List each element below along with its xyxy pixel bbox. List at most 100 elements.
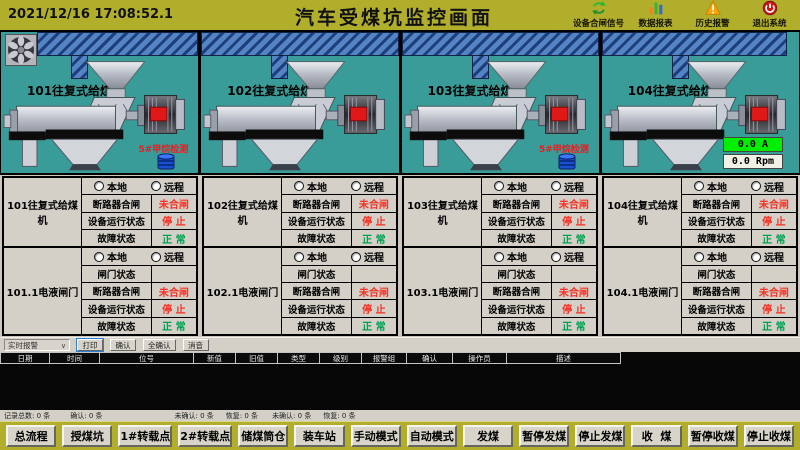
status-value: 停 止 (352, 213, 396, 229)
nav-total-flow[interactable]: 总流程 (6, 425, 56, 447)
local-label: 本地 (307, 179, 327, 194)
remote-radio[interactable]: 远程 (351, 179, 384, 194)
control-mode-row: 本地 远程 (482, 178, 596, 194)
local-radio[interactable]: 本地 (94, 249, 127, 264)
local-radio[interactable]: 本地 (94, 179, 127, 194)
nav-transfer-point-1[interactable]: 1#转载点 (118, 425, 172, 447)
column-header-time: 时间 (50, 352, 100, 364)
device-name: 103.1电液闸门 (404, 248, 482, 334)
status-label: 故障状态 (682, 230, 752, 246)
device-name: 102.1电液闸门 (204, 248, 282, 334)
gate-status-section: 101.1电液闸门 本地 远程 闸门状态 断路器合闸未合闸 设备运行状态停 止 … (4, 246, 196, 334)
status-label: 故障状态 (482, 318, 552, 334)
radio-circle-icon (351, 252, 361, 262)
data-report-button[interactable]: 数据报表 (627, 0, 684, 30)
local-radio[interactable]: 本地 (294, 179, 327, 194)
status-value: 正 常 (152, 230, 196, 246)
remote-label: 远程 (364, 249, 384, 264)
status-value: 正 常 (552, 230, 596, 246)
remote-radio[interactable]: 远程 (751, 249, 784, 264)
remote-radio[interactable]: 远程 (551, 249, 584, 264)
current-readout: 0.0 A (723, 137, 783, 152)
local-radio[interactable]: 本地 (694, 249, 727, 264)
nav-coal-pit[interactable]: 授煤坑 (62, 425, 112, 447)
column-header-type: 类型 (278, 352, 320, 364)
status-value: 停 止 (552, 213, 596, 229)
status-row: 故障状态正 常 (282, 317, 396, 334)
status-label: 设备运行状态 (82, 213, 152, 229)
nav-stop-receive-coal[interactable]: 停止收煤 (744, 425, 794, 447)
nav-transfer-point-2[interactable]: 2#转载点 (178, 425, 232, 447)
local-radio[interactable]: 本地 (294, 249, 327, 264)
status-value: 正 常 (752, 318, 796, 334)
status-value: 未合闸 (352, 283, 396, 299)
acknowledge-button[interactable]: 确认 (110, 339, 136, 351)
device-close-signal-button[interactable]: 设备合闸信号 (570, 0, 627, 30)
radio-circle-icon (94, 181, 104, 191)
alarm-status-bar: 记录总数: 0 条 确认: 0 条 未确认: 0 条 恢复: 0 条 未确认: … (0, 410, 800, 421)
local-radio[interactable]: 本地 (694, 179, 727, 194)
status-value: 未合闸 (552, 195, 596, 211)
remote-radio[interactable]: 远程 (751, 179, 784, 194)
status-label: 闸门状态 (682, 266, 752, 282)
nav-manual-mode[interactable]: 手动模式 (351, 425, 401, 447)
unack-count: 未确认: 0 条 (175, 411, 214, 421)
nav-auto-mode[interactable]: 自动模式 (407, 425, 457, 447)
device-name: 102往复式给煤机 (204, 178, 282, 246)
device-name: 103往复式给煤机 (404, 178, 482, 246)
status-row: 设备运行状态停 止 (282, 299, 396, 316)
remote-radio[interactable]: 远程 (551, 179, 584, 194)
alarm-toolbar: 实时报警 打印 确认 全确认 消音 (0, 337, 800, 352)
column-header-date: 日期 (0, 352, 50, 364)
remote-label: 远程 (764, 249, 784, 264)
status-value: 停 止 (152, 300, 196, 316)
alarm-filter-select[interactable]: 实时报警 (4, 339, 70, 351)
local-label: 本地 (707, 249, 727, 264)
column-header-tag: 位号 (100, 352, 194, 364)
bottom-nav-bar: 总流程 授煤坑 1#转载点 2#转载点 储煤筒仓 装车站 手动模式 自动模式 发… (0, 421, 800, 450)
status-label: 断路器合闸 (82, 283, 152, 299)
device-name: 101.1电液闸门 (4, 248, 82, 334)
nav-pause-send-coal[interactable]: 暂停发煤 (519, 425, 569, 447)
local-label: 本地 (107, 249, 127, 264)
status-row: 断路器合闸未合闸 (682, 282, 796, 299)
status-label: 断路器合闸 (682, 283, 752, 299)
exit-system-button[interactable]: 退出系统 (741, 0, 798, 30)
remote-label: 远程 (764, 179, 784, 194)
status-value (552, 266, 596, 282)
history-alarm-button[interactable]: 历史报警 (684, 0, 741, 30)
nav-coal-silo[interactable]: 储煤筒仓 (238, 425, 288, 447)
status-row: 故障状态正 常 (282, 229, 396, 246)
local-radio[interactable]: 本地 (494, 179, 527, 194)
remote-label: 远程 (364, 179, 384, 194)
status-value: 正 常 (352, 230, 396, 246)
methane-detector-icon (156, 153, 176, 171)
status-value: 未合闸 (752, 283, 796, 299)
print-button[interactable]: 打印 (77, 339, 103, 351)
local-label: 本地 (507, 249, 527, 264)
acknowledge-all-button[interactable]: 全确认 (143, 339, 176, 351)
column-header-new-value: 新值 (194, 352, 236, 364)
nav-stop-send-coal[interactable]: 停止发煤 (575, 425, 625, 447)
status-row: 设备运行状态停 止 (682, 212, 796, 229)
remote-radio[interactable]: 远程 (151, 179, 184, 194)
status-label: 设备运行状态 (282, 300, 352, 316)
local-radio[interactable]: 本地 (494, 249, 527, 264)
control-mode-row: 本地 远程 (682, 248, 796, 264)
remote-radio[interactable]: 远程 (151, 249, 184, 264)
status-label: 故障状态 (82, 318, 152, 334)
mute-button[interactable]: 消音 (183, 339, 209, 351)
radio-circle-icon (751, 252, 761, 262)
nav-receive-coal[interactable]: 收 煤 (631, 425, 681, 447)
nav-pause-receive-coal[interactable]: 暂停收煤 (688, 425, 738, 447)
feeder-readouts: 0.0 A 0.0 Rpm (723, 137, 783, 169)
unack-count-2: 未确认: 0 条 (272, 411, 311, 421)
column-header-old-value: 旧值 (236, 352, 278, 364)
radio-circle-icon (294, 252, 304, 262)
nav-send-coal[interactable]: 发煤 (463, 425, 513, 447)
nav-loading-station[interactable]: 装车站 (294, 425, 344, 447)
remote-radio[interactable]: 远程 (351, 249, 384, 264)
status-value (752, 266, 796, 282)
alarm-table-header: 日期 时间 位号 新值 旧值 类型 级别 报警组 确认 操作员 描述 (0, 352, 800, 364)
status-label: 故障状态 (282, 230, 352, 246)
